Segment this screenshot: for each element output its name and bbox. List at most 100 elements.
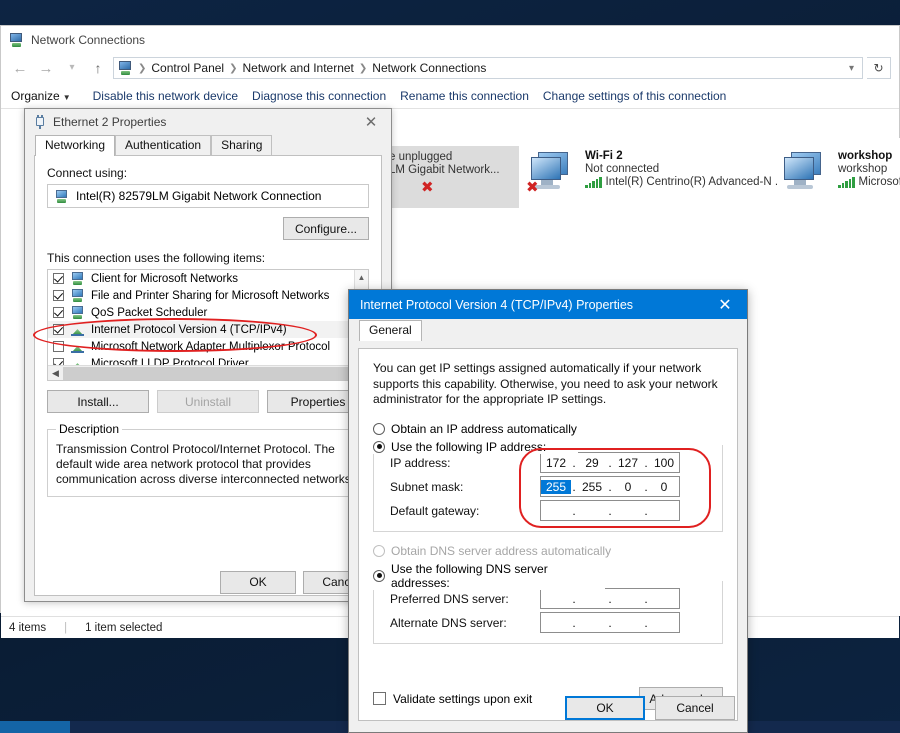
- list-item[interactable]: Microsoft Network Adapter Multiplexor Pr…: [48, 338, 368, 355]
- scroll-thumb[interactable]: [63, 367, 353, 380]
- radio-label: Obtain DNS server address automatically: [391, 544, 611, 558]
- chevron-left-icon[interactable]: ◀: [48, 368, 63, 379]
- tcpip4-dialog-footer: OK Cancel: [349, 690, 747, 732]
- tab-general[interactable]: General: [359, 320, 422, 341]
- checkbox[interactable]: [53, 290, 64, 301]
- close-icon[interactable]: ✕: [351, 109, 391, 134]
- address-bar-row: ← → ▾ ↑ ❯ Control Panel ❯ Network and In…: [1, 53, 899, 83]
- connection-adapter: LM Gigabit Network...: [389, 164, 500, 176]
- ok-button[interactable]: OK: [565, 696, 645, 720]
- manual-dns-group: Preferred DNS server: . . . Alternate DN…: [373, 581, 723, 644]
- configure-button[interactable]: Configure...: [283, 217, 369, 240]
- protocol-icon: [70, 323, 85, 336]
- default-gateway-input[interactable]: . . .: [540, 500, 680, 521]
- list-item[interactable]: workshop workshop Microsoft Ho: [776, 146, 900, 208]
- client-service-icon: [70, 272, 85, 285]
- octet-1[interactable]: 172: [541, 456, 571, 470]
- ok-button[interactable]: OK: [220, 571, 296, 594]
- ethernet-dialog-footer: OK Cancel: [25, 563, 391, 601]
- connection-adapter-row: Microsoft Ho: [838, 176, 900, 188]
- checkbox[interactable]: [53, 273, 64, 284]
- address-bar[interactable]: ❯ Control Panel ❯ Network and Internet ❯…: [113, 57, 863, 79]
- preferred-dns-input[interactable]: . . .: [540, 588, 680, 609]
- tab-sharing[interactable]: Sharing: [211, 135, 272, 155]
- breadcrumb-network-and-internet[interactable]: Network and Internet: [243, 61, 354, 75]
- radio-button[interactable]: [373, 423, 385, 435]
- window-title: Network Connections: [31, 33, 145, 47]
- address-network-icon: [118, 61, 133, 75]
- component-label: Microsoft Network Adapter Multiplexor Pr…: [91, 341, 330, 353]
- recent-locations-icon[interactable]: ▾: [61, 57, 83, 79]
- connection-status: Not connected: [585, 163, 777, 175]
- components-listbox[interactable]: Client for Microsoft Networks File and P…: [47, 269, 369, 381]
- breadcrumb-network-connections[interactable]: Network Connections: [372, 61, 486, 75]
- radio-obtain-ip-automatically[interactable]: Obtain an IP address automatically: [373, 422, 723, 436]
- radio-use-following-dns[interactable]: Use the following DNS server addresses:: [373, 562, 605, 590]
- connection-name: Wi-Fi 2: [585, 150, 777, 162]
- radio-use-following-ip[interactable]: Use the following IP address:: [373, 440, 578, 454]
- organize-menu[interactable]: Organize▼: [11, 89, 93, 103]
- octet-3[interactable]: 127: [613, 456, 643, 470]
- ip-address-row: IP address: 172. 29. 127. 100: [390, 451, 722, 475]
- radio-label: Use the following DNS server addresses:: [391, 562, 605, 590]
- octet-2[interactable]: 29: [577, 456, 607, 470]
- list-item[interactable]: QoS Packet Scheduler: [48, 304, 368, 321]
- back-icon[interactable]: ←: [9, 57, 31, 79]
- octet-4[interactable]: 0: [649, 480, 679, 494]
- signal-bars-icon: [838, 177, 855, 188]
- octet-4[interactable]: 100: [649, 456, 679, 470]
- radio-button[interactable]: [373, 545, 385, 557]
- list-item[interactable]: Wi-Fi 2 Not connected Intel(R) Centrino(…: [523, 146, 783, 208]
- items-label: This connection uses the following items…: [47, 251, 369, 265]
- component-label: File and Printer Sharing for Microsoft N…: [91, 290, 329, 302]
- client-service-icon: [70, 289, 85, 302]
- component-label: Client for Microsoft Networks: [91, 273, 238, 285]
- networking-tab-panel: Connect using: Intel(R) 82579LM Gigabit …: [34, 155, 382, 596]
- radio-button[interactable]: [373, 441, 385, 453]
- octet-3[interactable]: 0: [613, 480, 643, 494]
- breadcrumb-separator: ❯: [359, 63, 367, 74]
- chevron-down-icon: ▼: [63, 93, 71, 102]
- alternate-dns-input[interactable]: . . .: [540, 612, 680, 633]
- forward-icon[interactable]: →: [35, 57, 57, 79]
- checkbox[interactable]: [53, 307, 64, 318]
- rename-connection-button[interactable]: Rename this connection: [400, 89, 543, 103]
- install-button[interactable]: Install...: [47, 390, 149, 413]
- tab-networking[interactable]: Networking: [35, 135, 115, 156]
- radio-obtain-dns-automatically[interactable]: Obtain DNS server address automatically: [373, 544, 723, 558]
- tcpip4-tab-strip: General: [349, 319, 747, 340]
- list-item[interactable]: Internet Protocol Version 4 (TCP/IPv4): [48, 321, 368, 338]
- checkbox[interactable]: [53, 324, 64, 335]
- adapter-field: Intel(R) 82579LM Gigabit Network Connect…: [47, 184, 369, 208]
- disable-device-button[interactable]: Disable this network device: [93, 89, 252, 103]
- list-item[interactable]: Client for Microsoft Networks: [48, 270, 368, 287]
- refresh-icon[interactable]: ↻: [867, 57, 891, 79]
- chevron-down-icon[interactable]: ▾: [849, 63, 858, 74]
- window-title-bar: Network Connections: [1, 26, 899, 53]
- breadcrumb-separator: ❯: [138, 63, 146, 74]
- up-icon[interactable]: ↑: [87, 57, 109, 79]
- component-label: QoS Packet Scheduler: [91, 307, 207, 319]
- radio-button[interactable]: [373, 570, 385, 582]
- close-icon[interactable]: ✕: [703, 290, 747, 319]
- component-label: Internet Protocol Version 4 (TCP/IPv4): [91, 324, 287, 336]
- chevron-up-icon[interactable]: ▲: [355, 270, 368, 284]
- octet-1[interactable]: 255: [541, 480, 571, 494]
- cancel-button[interactable]: Cancel: [655, 696, 735, 720]
- horizontal-scrollbar[interactable]: ◀ ▶: [48, 365, 368, 380]
- ethernet-tab-strip: Networking Authentication Sharing: [25, 134, 391, 155]
- disconnected-x-icon: ✖: [526, 183, 539, 193]
- tab-authentication[interactable]: Authentication: [115, 135, 211, 155]
- checkbox[interactable]: [53, 341, 64, 352]
- ip-address-input[interactable]: 172. 29. 127. 100: [540, 452, 680, 473]
- list-item[interactable]: File and Printer Sharing for Microsoft N…: [48, 287, 368, 304]
- octet-2[interactable]: 255: [577, 480, 607, 494]
- radio-label: Use the following IP address:: [391, 440, 546, 454]
- start-button[interactable]: [0, 721, 70, 733]
- general-tab-panel: You can get IP settings assigned automat…: [358, 348, 738, 721]
- subnet-mask-input[interactable]: 255. 255. 0. 0: [540, 476, 680, 497]
- disconnected-x-icon: ✖: [421, 183, 434, 193]
- breadcrumb-control-panel[interactable]: Control Panel: [151, 61, 224, 75]
- change-settings-button[interactable]: Change settings of this connection: [543, 89, 740, 103]
- diagnose-connection-button[interactable]: Diagnose this connection: [252, 89, 400, 103]
